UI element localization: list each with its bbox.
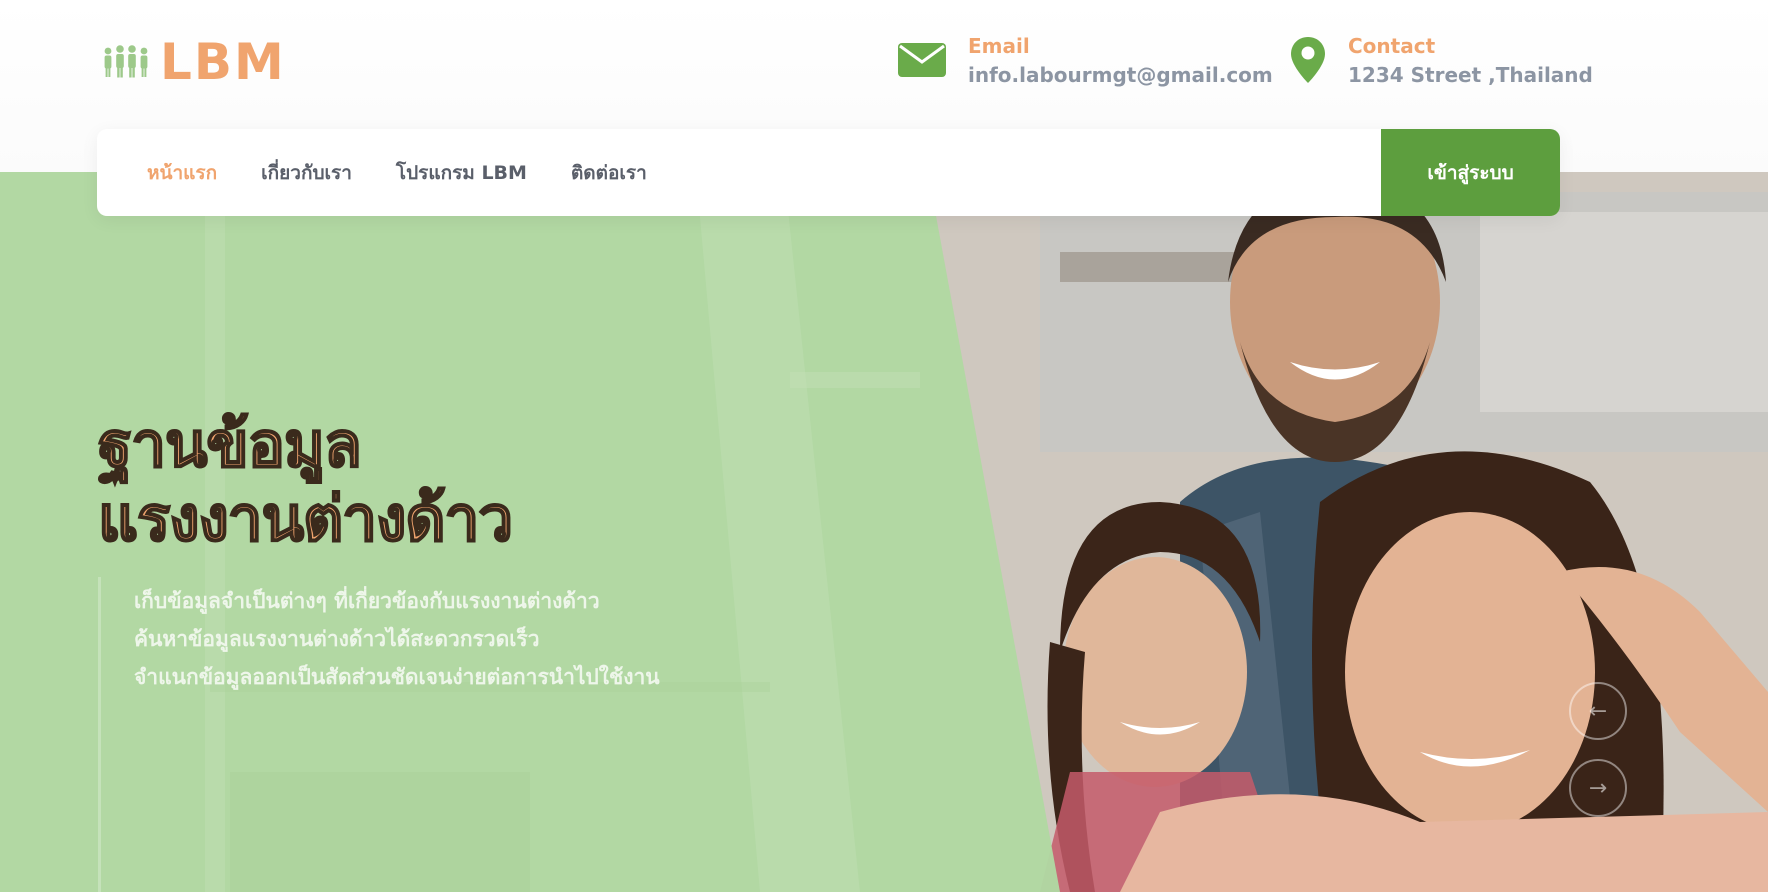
contact-label: Contact: [1348, 34, 1436, 58]
hero-description: เก็บข้อมูลจำเป็นต่างๆ ที่เกี่ยวข้องกับแร…: [134, 582, 660, 696]
email-label: Email: [968, 34, 1030, 58]
hero-title: ฐานข้อมูล แรงงานต่างด้าว: [97, 407, 514, 556]
hero-description-line: เก็บข้อมูลจำเป็นต่างๆ ที่เกี่ยวข้องกับแร…: [134, 589, 600, 613]
brand-name: LBM: [160, 33, 286, 91]
landing-page: LBM Email info.labourmgt@gmail.com Conta…: [0, 0, 1768, 892]
nav-item-contact[interactable]: ติดต่อเรา: [571, 158, 647, 188]
arrow-right-icon: →: [1588, 775, 1608, 801]
email-info: Email info.labourmgt@gmail.com: [894, 32, 1273, 90]
nav-item-home[interactable]: หน้าแรก: [147, 158, 217, 188]
contact-info: Contact 1234 Street ,Thailand: [1288, 32, 1593, 90]
hero-title-line-2: แรงงานต่างด้าว: [97, 481, 514, 556]
login-button[interactable]: เข้าสู่ระบบ: [1381, 129, 1560, 216]
nav-item-about[interactable]: เกี่ยวกับเรา: [261, 158, 352, 188]
slider-prev-button[interactable]: ←: [1569, 682, 1627, 740]
nav-item-program[interactable]: โปรแกรม LBM: [396, 158, 527, 188]
hero-divider: [98, 577, 101, 892]
main-navigation: หน้าแรก เกี่ยวกับเรา โปรแกรม LBM ติดต่อเ…: [97, 129, 1560, 216]
people-group-icon: [104, 45, 148, 78]
hero-title-line-1: ฐานข้อมูล: [97, 407, 363, 482]
hero-banner: ฐานข้อมูล แรงงานต่างด้าว เก็บข้อมูลจำเป็…: [0, 172, 1768, 892]
hero-description-line: จำแนกข้อมูลออกเป็นสัดส่วนชัดเจนง่ายต่อกา…: [134, 665, 660, 689]
contact-value: 1234 Street ,Thailand: [1348, 63, 1593, 87]
email-value[interactable]: info.labourmgt@gmail.com: [968, 60, 1273, 90]
slider-next-button[interactable]: →: [1569, 759, 1627, 817]
map-pin-icon: [1288, 32, 1328, 88]
arrow-left-icon: ←: [1588, 698, 1608, 724]
envelope-icon: [894, 32, 950, 88]
logo[interactable]: LBM: [102, 34, 286, 90]
nav-menu: หน้าแรก เกี่ยวกับเรา โปรแกรม LBM ติดต่อเ…: [147, 129, 691, 216]
hero-description-line: ค้นหาข้อมูลแรงงานต่างด้าวได้สะดวกรวดเร็ว: [134, 627, 540, 651]
